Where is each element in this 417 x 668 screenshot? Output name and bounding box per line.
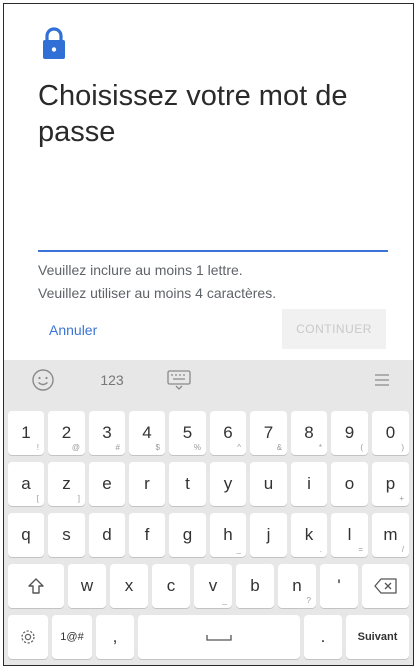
key-period[interactable]: . <box>304 615 342 659</box>
gear-icon <box>21 630 35 644</box>
settings-key[interactable] <box>8 615 48 659</box>
key-k[interactable]: k. <box>291 513 327 557</box>
keyboard: 123 1! 2 @ 3 # 4 $ 5% 6 ^ 7 & 8 * 9( 0) a[ z] … <box>4 360 413 665</box>
key-h[interactable]: h _ <box>210 513 246 557</box>
key-a[interactable]: a[ <box>8 462 44 506</box>
key-p[interactable]: p + <box>372 462 409 506</box>
key-m[interactable]: m / <box>372 513 409 557</box>
key-g[interactable]: g <box>169 513 206 557</box>
key-u[interactable]: u <box>250 462 287 506</box>
key-i[interactable]: i <box>291 462 327 506</box>
key-1[interactable]: 1! <box>8 411 44 455</box>
key-2[interactable]: 2 @ <box>48 411 85 455</box>
key-7[interactable]: 7 & <box>250 411 287 455</box>
key-w[interactable]: w <box>68 564 106 608</box>
key-q[interactable]: q <box>8 513 44 557</box>
key-e[interactable]: e <box>89 462 125 506</box>
phone-screen: Choisissez votre mot de passe Veuillez i… <box>3 3 414 666</box>
key-0[interactable]: 0) <box>372 411 409 455</box>
menu-icon[interactable] <box>368 367 396 393</box>
key-l[interactable]: l = <box>331 513 368 557</box>
key-v[interactable]: v _ <box>194 564 232 608</box>
next-key[interactable]: Suivant <box>346 615 409 659</box>
key-4[interactable]: 4 $ <box>129 411 165 455</box>
key-f[interactable]: f <box>129 513 165 557</box>
key-s[interactable]: s <box>48 513 85 557</box>
key-y[interactable]: y <box>210 462 246 506</box>
shift-key[interactable] <box>8 564 64 608</box>
cancel-button[interactable]: Annuler <box>49 322 97 338</box>
emoji-icon[interactable] <box>28 367 58 393</box>
key-c[interactable]: c <box>152 564 190 608</box>
continue-button[interactable]: CONTINUER <box>282 309 386 349</box>
key-r[interactable]: r <box>129 462 165 506</box>
key-d[interactable]: d <box>89 513 125 557</box>
shift-icon <box>28 578 44 594</box>
keyboard-hide-icon[interactable] <box>164 367 194 393</box>
numbers-toggle[interactable]: 123 <box>94 367 130 393</box>
password-input[interactable] <box>38 218 388 252</box>
symbols-key[interactable]: 1@# <box>52 615 92 659</box>
space-icon <box>206 635 232 641</box>
key-j[interactable]: j <box>250 513 287 557</box>
key-9[interactable]: 9( <box>331 411 368 455</box>
key-6[interactable]: 6 ^ <box>210 411 246 455</box>
backspace-key[interactable] <box>362 564 409 608</box>
hint-length: Veuillez utiliser au moins 4 caractères. <box>38 285 277 301</box>
key-b[interactable]: b <box>236 564 274 608</box>
key-z[interactable]: z] <box>48 462 85 506</box>
key-comma[interactable]: , <box>96 615 134 659</box>
key-3[interactable]: 3 # <box>89 411 125 455</box>
key-o[interactable]: o <box>331 462 368 506</box>
key-x[interactable]: x <box>110 564 148 608</box>
key-n[interactable]: n? <box>278 564 316 608</box>
key-5[interactable]: 5% <box>169 411 206 455</box>
lock-icon <box>43 27 65 59</box>
space-key[interactable] <box>138 615 300 659</box>
key-8[interactable]: 8 * <box>291 411 327 455</box>
backspace-icon <box>373 578 397 594</box>
hint-letter: Veuillez inclure au moins 1 lettre. <box>38 262 243 278</box>
page-title: Choisissez votre mot de passe <box>38 80 348 148</box>
key-apostrophe[interactable]: ' <box>320 564 358 608</box>
keyboard-toolbar: 123 <box>4 360 413 400</box>
key-t[interactable]: t <box>169 462 206 506</box>
